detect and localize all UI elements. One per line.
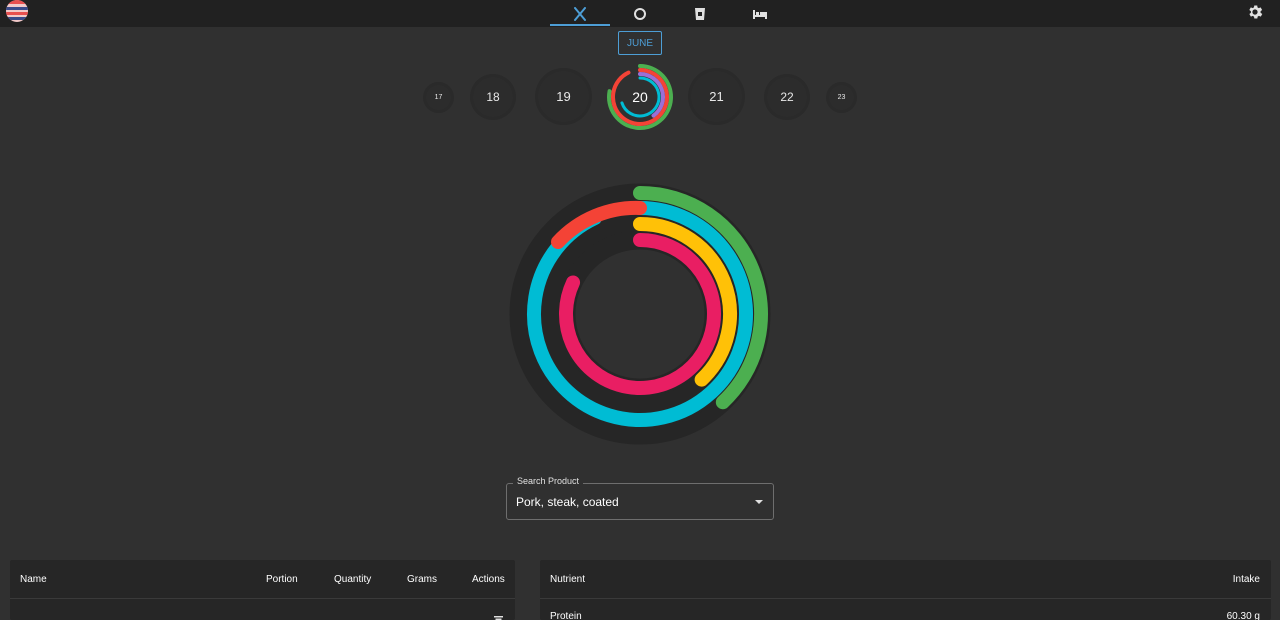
tab-overview[interactable] xyxy=(610,0,670,27)
col-grams[interactable]: Grams xyxy=(407,574,437,585)
nutrient-name: Protein xyxy=(550,611,582,620)
search-product-select[interactable]: Search Product Pork, steak, coated xyxy=(506,476,774,520)
day-20-label: 20 xyxy=(632,89,648,105)
day-18[interactable]: 18 xyxy=(473,77,513,117)
tab-food[interactable] xyxy=(550,0,610,27)
col-portion[interactable]: Portion xyxy=(266,574,298,585)
app-logo[interactable] xyxy=(3,0,31,24)
month-button[interactable]: JUNE xyxy=(618,31,662,55)
food-table-header: Name Portion Quantity Grams Actions xyxy=(10,560,515,599)
day-20-selected[interactable]: 20 xyxy=(605,62,675,132)
day-17[interactable]: 17 xyxy=(426,85,451,110)
day-19[interactable]: 19 xyxy=(538,71,589,122)
ring-chart-icon xyxy=(634,7,646,20)
nutrient-table: Nutrient Intake Protein 60.30 g xyxy=(540,560,1271,620)
tab-drinks[interactable] xyxy=(670,0,730,27)
gear-icon[interactable] xyxy=(1246,3,1264,21)
col-name[interactable]: Name xyxy=(20,574,47,585)
day-21[interactable]: 21 xyxy=(691,71,742,122)
col-actions[interactable]: Actions xyxy=(472,574,505,585)
nutrient-progress-rings xyxy=(509,183,771,445)
delete-icon[interactable] xyxy=(494,616,503,620)
bed-icon xyxy=(753,9,767,19)
search-product-value: Pork, steak, coated xyxy=(516,495,619,509)
day-23[interactable]: 23 xyxy=(829,85,854,110)
nutrient-intake: 60.30 g xyxy=(1226,611,1260,620)
fork-knife-icon xyxy=(574,6,586,21)
search-product-label: Search Product xyxy=(513,476,584,486)
col-nutrient[interactable]: Nutrient xyxy=(550,574,585,585)
tab-sleep[interactable] xyxy=(730,0,790,27)
dropdown-arrow-icon xyxy=(755,500,763,504)
cup-icon xyxy=(695,7,705,20)
col-quantity[interactable]: Quantity xyxy=(334,574,371,585)
nutrient-table-header: Nutrient Intake xyxy=(540,560,1271,599)
top-app-bar xyxy=(0,0,1280,27)
col-intake[interactable]: Intake xyxy=(1233,574,1260,585)
food-table: Name Portion Quantity Grams Actions xyxy=(10,560,515,620)
day-22[interactable]: 22 xyxy=(767,77,807,117)
